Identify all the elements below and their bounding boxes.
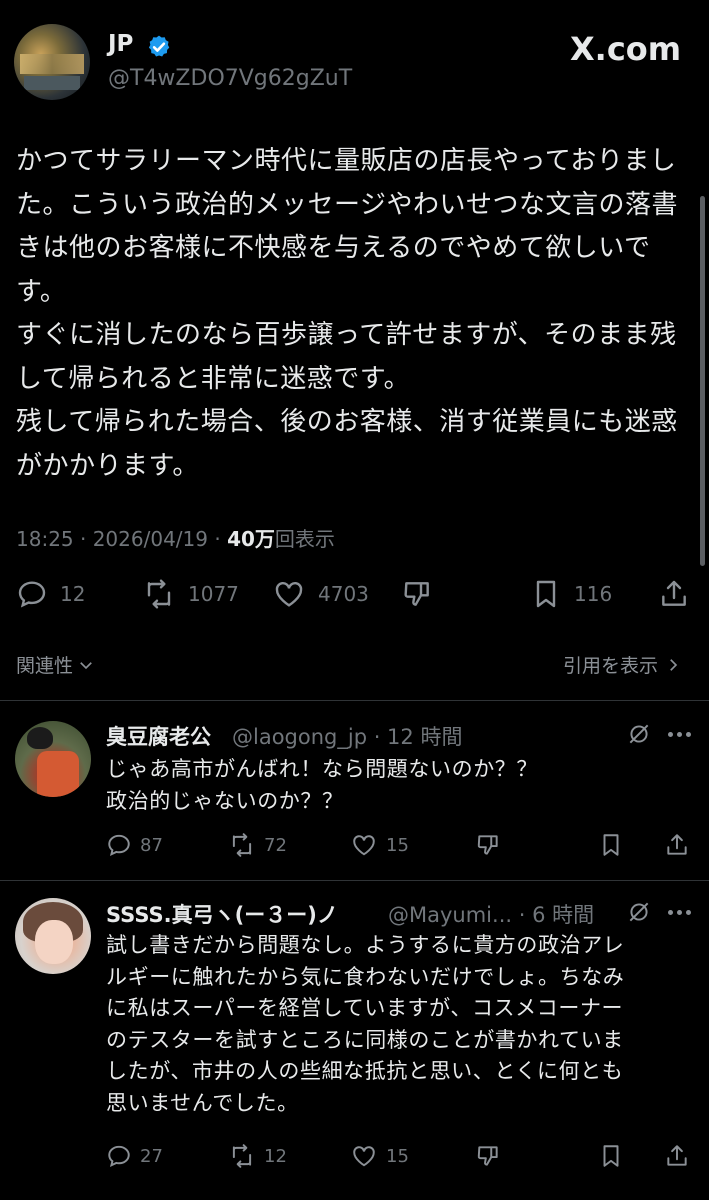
reply-author-handle[interactable]: @laogong_jp · 12 時間 xyxy=(232,721,462,751)
reply-count: 27 xyxy=(140,1145,163,1167)
like-button[interactable]: 4703 xyxy=(272,578,369,610)
tweet-meta: 18:25 · 2026/04/19 · 40万回表示 xyxy=(16,523,335,552)
bookmark-button[interactable] xyxy=(598,1143,624,1169)
heart-icon xyxy=(275,582,303,607)
verified-badge-icon xyxy=(148,35,170,57)
share-button[interactable] xyxy=(664,832,690,858)
reply-text: 試し書きだから問題なし。ようするに貴方の政治アレ ルギーに触れたから気に食わない… xyxy=(106,930,696,1119)
reply-button[interactable]: 87 xyxy=(106,832,163,858)
scrollbar[interactable] xyxy=(700,196,705,566)
like-button[interactable]: 15 xyxy=(350,1143,409,1169)
reply-count: 12 xyxy=(60,582,86,606)
tweet-text-line: た。こういう政治的メッセージやわいせつな文言の落書 xyxy=(16,189,678,220)
view-quotes-link[interactable]: 引用を表示 xyxy=(563,651,682,678)
chevron-down-icon xyxy=(80,661,92,669)
bookmark-button[interactable] xyxy=(598,832,624,858)
bookmark-icon xyxy=(536,580,556,608)
author-avatar[interactable] xyxy=(14,24,90,100)
grok-icon[interactable] xyxy=(626,899,652,925)
share-icon xyxy=(667,1145,687,1166)
tweet-text-line: して帰られると非常に迷惑です。 xyxy=(16,363,411,394)
repost-count: 12 xyxy=(264,1145,287,1167)
repost-icon xyxy=(232,833,252,857)
tweet-text-line: きは他のお客様に不快感を与えるのでやめて欲しいで xyxy=(16,233,651,263)
repost-count: 1077 xyxy=(188,582,239,606)
reply-text-line: のテスターを試すところに同様のことが書かれていま xyxy=(106,1027,624,1052)
view-count-label: 回表示 xyxy=(274,527,335,551)
reply-author-name[interactable]: SSSS.真弓ヽ(ー３ー)ノ xyxy=(106,899,338,929)
share-button[interactable] xyxy=(658,578,690,610)
repost-icon xyxy=(147,579,171,609)
repost-count: 72 xyxy=(264,834,287,856)
reply-button[interactable]: 27 xyxy=(106,1143,163,1169)
tweet-text-line: 残して帰られた場合、後のお客様、消す従業員にも迷惑 xyxy=(16,407,678,437)
bookmark-icon xyxy=(603,1145,619,1167)
sort-label: 関連性 xyxy=(16,655,74,677)
tweet-text-line: すぐに消したのなら百歩譲って許せますが、そのまま残 xyxy=(16,320,677,350)
author-name[interactable]: JP xyxy=(108,31,133,57)
author-handle[interactable]: @T4wZDO7Vg62gZuT xyxy=(108,66,352,91)
thumbs-down-icon xyxy=(477,835,498,855)
reply-text-line: 政治的じゃないのか？？ xyxy=(106,788,344,813)
reply-avatar[interactable] xyxy=(15,721,91,797)
reply-text: じゃあ高市がんばれ！なら問題ないのか？？ 政治的じゃないのか？？ xyxy=(106,754,696,817)
more-options-icon[interactable] xyxy=(668,910,691,915)
reply-text-line: ルギーに触れたから気に食わないだけでしょ。ちなみ xyxy=(106,964,625,989)
like-button[interactable]: 15 xyxy=(350,832,409,858)
heart-icon xyxy=(353,1146,375,1167)
reply-author-handle[interactable]: @Mayumi... · 6 時間 xyxy=(388,899,594,929)
tweet-text: かつてサラリーマン時代に量販店の店長やっておりまし た。こういう政治的メッセージ… xyxy=(16,140,700,488)
reply-text-line: 試し書きだから問題なし。ようするに貴方の政治アレ xyxy=(106,933,625,957)
bookmark-button[interactable]: 116 xyxy=(530,578,612,610)
chevron-right-icon xyxy=(670,658,678,671)
bookmark-count: 116 xyxy=(574,582,613,606)
reply-button[interactable]: 12 xyxy=(16,578,85,610)
divider xyxy=(0,700,709,701)
reply-icon xyxy=(108,1145,130,1167)
like-count: 4703 xyxy=(318,582,369,606)
reply-text-line: 思いませんでした。 xyxy=(106,1090,299,1115)
like-count: 15 xyxy=(386,1145,409,1167)
reply-icon xyxy=(18,581,46,608)
view-quotes-label: 引用を表示 xyxy=(563,655,659,677)
reply-icon xyxy=(108,834,130,856)
repost-icon xyxy=(232,1144,252,1168)
tweet-text-line: かつてサラリーマン時代に量販店の店長やっておりまし xyxy=(16,146,677,176)
share-button[interactable] xyxy=(664,1143,690,1169)
dislike-button[interactable] xyxy=(474,832,502,858)
dislike-button[interactable] xyxy=(400,578,434,610)
dislike-button[interactable] xyxy=(474,1143,502,1169)
reply-author-name[interactable]: 臭豆腐老公 xyxy=(106,721,211,751)
thumbs-down-icon xyxy=(404,582,429,606)
thumbs-down-icon xyxy=(477,1146,498,1166)
tweet-text-line: す。 xyxy=(16,276,67,307)
share-icon xyxy=(662,580,686,606)
share-icon xyxy=(667,834,687,855)
repost-button[interactable]: 12 xyxy=(228,1143,287,1169)
grok-icon[interactable] xyxy=(626,721,652,747)
reply-avatar[interactable] xyxy=(15,898,91,974)
reply-count: 87 xyxy=(140,834,163,856)
repost-button[interactable]: 72 xyxy=(228,832,287,858)
view-count: 40万 xyxy=(227,527,275,551)
heart-icon xyxy=(353,835,375,856)
divider xyxy=(0,880,709,881)
bookmark-icon xyxy=(603,834,619,856)
reply-text-line: したが、市井の人の些細な抵抗と思い、とくに何とも xyxy=(106,1059,624,1083)
reply-text-line: に私はスーパーを経営していますが、コスメコーナー xyxy=(106,996,624,1020)
x-logo: X.com xyxy=(570,30,682,68)
like-count: 15 xyxy=(386,834,409,856)
repost-button[interactable]: 1077 xyxy=(142,578,239,610)
sort-dropdown[interactable]: 関連性 xyxy=(16,651,95,678)
reply-text-line: じゃあ高市がんばれ！なら問題ないのか？？ xyxy=(106,757,538,781)
tweet-text-line: がかかります。 xyxy=(16,450,199,481)
more-options-icon[interactable] xyxy=(668,732,691,737)
tweet-timestamp[interactable]: 18:25 · 2026/04/19 · xyxy=(16,527,227,551)
